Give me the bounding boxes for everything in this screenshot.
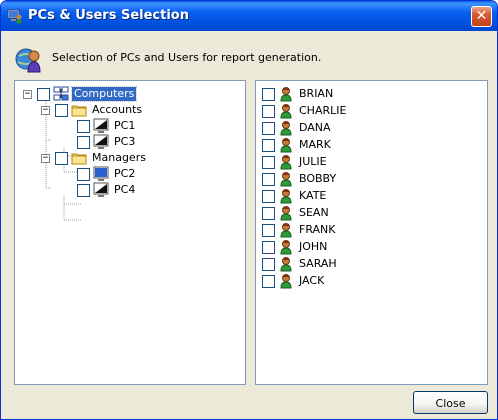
description-text: Selection of PCs and Users for report ge… <box>52 51 322 64</box>
user-icon <box>280 223 292 238</box>
tree-root-label[interactable]: Computers <box>70 86 138 102</box>
close-button[interactable]: Close <box>413 391 488 414</box>
tree-group-managers[interactable]: − Managers <box>41 150 148 166</box>
tree-pc-label[interactable]: PC1 <box>112 119 137 133</box>
user-icon <box>280 104 292 119</box>
user-list-item[interactable]: KATE <box>262 188 328 204</box>
window-title: PCs & Users Selection <box>28 8 189 23</box>
user-list-item[interactable]: CHARLIE <box>262 103 348 119</box>
user-name-label[interactable]: KATE <box>297 189 328 203</box>
computers-tree-panel[interactable]: − Computers − Accounts PC1 PC3 − Manager… <box>14 80 246 385</box>
users-list-panel[interactable]: BRIAN CHARLIE DANA MARK JULIE BOBBY KATE SEAN FR… <box>255 80 488 385</box>
checkbox[interactable] <box>262 223 275 237</box>
user-name-label[interactable]: JACK <box>297 274 326 288</box>
network-computers-icon <box>53 86 69 101</box>
tree-group-label[interactable]: Accounts <box>90 103 144 117</box>
folder-icon <box>71 105 87 117</box>
collapse-toggle[interactable]: − <box>23 89 32 99</box>
checkbox[interactable] <box>262 257 275 271</box>
user-name-label[interactable]: DANA <box>297 121 333 135</box>
user-name-label[interactable]: FRANK <box>297 223 338 237</box>
tree-pc-row[interactable]: PC1 <box>77 118 137 134</box>
user-list-item[interactable]: DANA <box>262 120 333 136</box>
user-icon <box>280 121 292 136</box>
checkbox[interactable] <box>262 87 275 101</box>
collapse-toggle[interactable]: − <box>41 105 50 115</box>
user-name-label[interactable]: MARK <box>297 138 333 152</box>
checkbox[interactable] <box>55 151 68 165</box>
monitor-icon <box>93 118 109 133</box>
tree-pc-label[interactable]: PC3 <box>112 135 137 149</box>
user-name-label[interactable]: SEAN <box>297 206 331 220</box>
user-name-label[interactable]: JOHN <box>297 240 329 254</box>
user-list-item[interactable]: JACK <box>262 273 326 289</box>
checkbox[interactable] <box>262 138 275 152</box>
checkbox[interactable] <box>77 167 90 181</box>
user-icon <box>280 138 292 153</box>
user-name-label[interactable]: JULIE <box>297 155 329 169</box>
user-icon <box>280 155 292 170</box>
tree-pc-row[interactable]: PC4 <box>77 182 137 198</box>
checkbox[interactable] <box>55 103 68 117</box>
collapse-toggle[interactable]: − <box>41 153 50 163</box>
title-close-button[interactable]: ✕ <box>471 6 492 27</box>
tree-root-row[interactable]: − Computers <box>23 86 138 102</box>
checkbox[interactable] <box>262 104 275 118</box>
title-bar[interactable]: PCs & Users Selection ✕ <box>1 1 497 31</box>
user-icon <box>280 189 292 204</box>
user-icon <box>280 87 292 102</box>
user-globe-icon <box>15 48 41 73</box>
user-list-item[interactable]: BOBBY <box>262 171 338 187</box>
user-icon <box>280 240 292 255</box>
monitor-icon <box>93 166 109 181</box>
user-list-item[interactable]: SARAH <box>262 256 339 272</box>
user-name-label[interactable]: BRIAN <box>297 87 335 101</box>
tree-pc-row[interactable]: PC3 <box>77 134 137 150</box>
user-icon <box>280 206 292 221</box>
user-name-label[interactable]: CHARLIE <box>297 104 348 118</box>
computer-user-icon <box>7 9 22 24</box>
tree-pc-label[interactable]: PC4 <box>112 183 137 197</box>
checkbox[interactable] <box>262 155 275 169</box>
tree-pc-row[interactable]: PC2 <box>77 166 137 182</box>
user-list-item[interactable]: SEAN <box>262 205 331 221</box>
checkbox[interactable] <box>262 274 275 288</box>
checkbox[interactable] <box>77 183 90 197</box>
checkbox[interactable] <box>262 206 275 220</box>
user-list-item[interactable]: BRIAN <box>262 86 335 102</box>
dialog-client: Selection of PCs and Users for report ge… <box>4 31 494 416</box>
user-name-label[interactable]: SARAH <box>297 257 339 271</box>
checkbox[interactable] <box>262 121 275 135</box>
folder-icon <box>71 153 87 165</box>
user-list-item[interactable]: JULIE <box>262 154 329 170</box>
monitor-icon <box>93 182 109 197</box>
tree-group-label[interactable]: Managers <box>90 151 148 165</box>
tree-pc-label[interactable]: PC2 <box>112 167 137 181</box>
user-list-item[interactable]: MARK <box>262 137 333 153</box>
checkbox[interactable] <box>262 189 275 203</box>
checkbox[interactable] <box>262 240 275 254</box>
user-icon <box>280 257 292 272</box>
checkbox[interactable] <box>77 135 90 149</box>
user-name-label[interactable]: BOBBY <box>297 172 338 186</box>
dialog-window: PCs & Users Selection ✕ Selection of PCs… <box>0 0 498 420</box>
user-icon <box>280 274 292 289</box>
checkbox[interactable] <box>262 172 275 186</box>
checkbox[interactable] <box>37 87 50 101</box>
user-icon <box>280 172 292 187</box>
user-list-item[interactable]: FRANK <box>262 222 338 238</box>
user-list-item[interactable]: JOHN <box>262 239 329 255</box>
monitor-icon <box>93 134 109 149</box>
checkbox[interactable] <box>77 119 90 133</box>
tree-group-accounts[interactable]: − Accounts <box>41 102 144 118</box>
